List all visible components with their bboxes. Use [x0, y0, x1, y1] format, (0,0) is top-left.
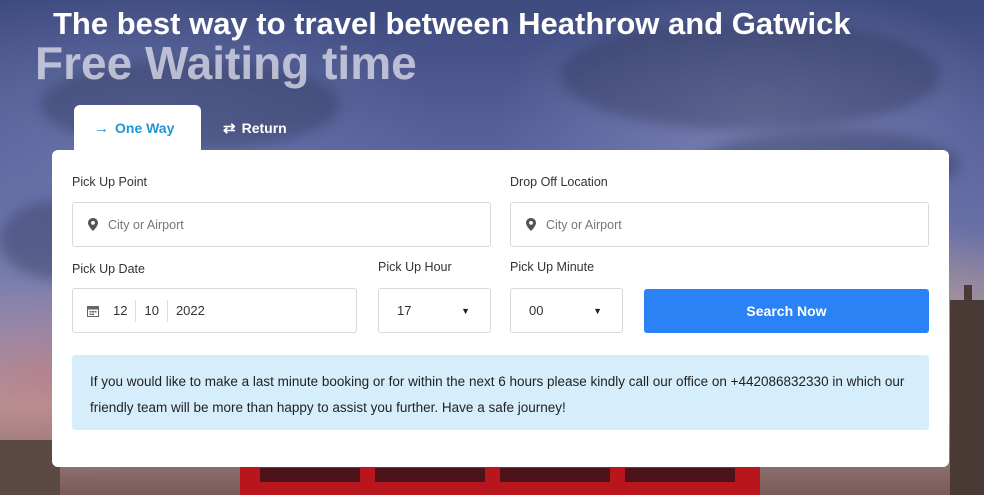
pickup-hour-label: Pick Up Hour — [378, 260, 452, 274]
pickup-point-field[interactable]: City or Airport — [72, 202, 491, 247]
dropoff-location-field[interactable]: City or Airport — [510, 202, 929, 247]
pickup-minute-select[interactable]: 00 ▼ — [510, 288, 623, 333]
tab-return[interactable]: ⇄ Return — [203, 105, 313, 151]
tab-return-label: Return — [241, 120, 287, 136]
arrow-right-icon: → — [94, 119, 109, 137]
pickup-minute-value: 00 — [529, 303, 544, 318]
swap-arrows-icon: ⇄ — [223, 120, 236, 137]
dropoff-location-label: Drop Off Location — [510, 175, 608, 189]
caret-down-icon: ▼ — [593, 305, 602, 316]
pickup-hour-value: 17 — [397, 303, 412, 318]
date-day[interactable]: 12 — [105, 303, 135, 318]
pickup-point-input[interactable]: City or Airport — [108, 218, 184, 232]
calendar-icon — [87, 305, 99, 317]
search-now-button[interactable]: Search Now — [644, 289, 929, 333]
date-month[interactable]: 10 — [136, 303, 166, 318]
dropoff-location-input[interactable]: City or Airport — [546, 218, 622, 232]
pickup-date-field[interactable]: 12 10 2022 — [72, 288, 357, 333]
map-pin-icon — [526, 218, 536, 231]
pickup-minute-label: Pick Up Minute — [510, 260, 595, 274]
map-pin-icon — [88, 218, 98, 231]
pickup-point-label: Pick Up Point — [72, 175, 148, 189]
pickup-date-label: Pick Up Date — [72, 262, 145, 276]
tab-one-way[interactable]: → One Way — [74, 105, 201, 151]
booking-form: Pick Up Point City or Airport Drop Off L… — [52, 150, 949, 467]
date-year[interactable]: 2022 — [168, 303, 213, 318]
pickup-hour-select[interactable]: 17 ▼ — [378, 288, 491, 333]
page-subtitle: Free Waiting time — [35, 37, 417, 89]
caret-down-icon: ▼ — [461, 305, 470, 316]
tab-one-way-label: One Way — [115, 120, 175, 136]
booking-notice: If you would like to make a last minute … — [72, 355, 929, 430]
